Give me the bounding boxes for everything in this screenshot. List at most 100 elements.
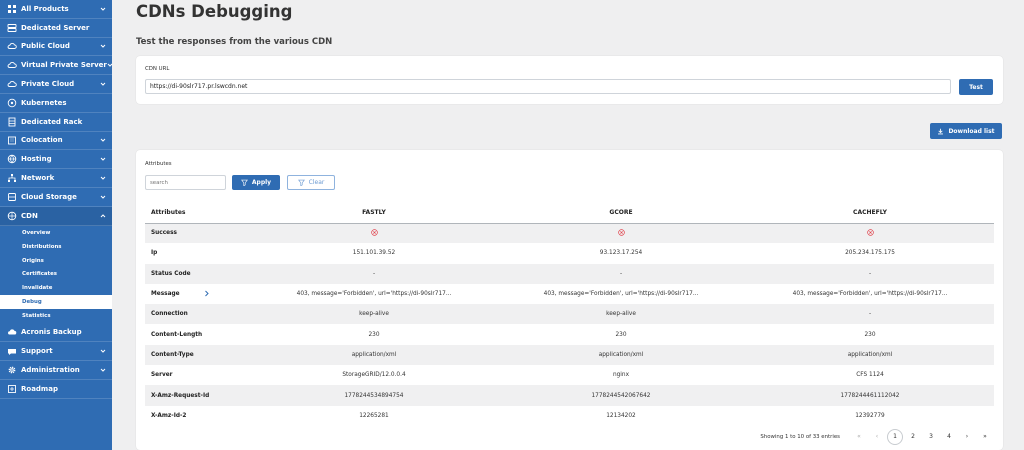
chevron-down-icon bbox=[100, 81, 106, 87]
attribute-cell: Connection bbox=[145, 304, 252, 325]
value-cell: 151.101.39.52 bbox=[252, 243, 496, 263]
sidebar-item-label: CDN bbox=[21, 211, 38, 220]
sidebar-item-hosting[interactable]: Hosting bbox=[0, 150, 112, 170]
clear-button[interactable]: Clear bbox=[287, 175, 335, 190]
chevron-right-icon[interactable] bbox=[203, 290, 210, 297]
sidebar-sub-origins[interactable]: Origins bbox=[0, 254, 112, 268]
kubernetes-icon bbox=[7, 98, 17, 108]
search-input[interactable] bbox=[145, 175, 226, 190]
clear-label: Clear bbox=[308, 179, 325, 186]
value-text: 230 bbox=[864, 331, 876, 338]
sidebar-item-cloud-storage[interactable]: Cloud Storage bbox=[0, 188, 112, 207]
value-text: CFS 1124 bbox=[856, 372, 884, 379]
next-page-button[interactable]: › bbox=[958, 428, 976, 445]
sidebar: All Products Dedicated Server Public Cloud… bbox=[0, 0, 113, 450]
support-icon bbox=[7, 346, 17, 356]
chevron-down-icon bbox=[100, 43, 106, 49]
download-list-button[interactable]: Download list bbox=[930, 123, 1002, 139]
chevron-down-icon bbox=[100, 194, 106, 200]
value-text: 12134202 bbox=[606, 412, 636, 419]
sidebar-sub-statistics[interactable]: Statistics bbox=[0, 309, 112, 323]
attribute-name: Server bbox=[151, 372, 173, 379]
storage-icon bbox=[7, 192, 17, 202]
value-cell: 1778244542067642 bbox=[496, 385, 746, 406]
sidebar-sub-debug[interactable]: Debug bbox=[0, 295, 112, 309]
cdn-url-input[interactable] bbox=[145, 79, 951, 94]
attribute-cell: Content-Length bbox=[145, 324, 252, 344]
cloud-icon bbox=[7, 60, 17, 70]
sidebar-item-label: Private Cloud bbox=[21, 80, 75, 89]
attribute-name: Connection bbox=[151, 311, 188, 318]
value-text: 1778244461112042 bbox=[840, 392, 900, 399]
column-header-attributes: Attributes bbox=[145, 202, 252, 224]
attribute-name: Message bbox=[151, 291, 180, 298]
sidebar-item-roadmap[interactable]: Roadmap bbox=[0, 380, 112, 399]
sidebar-item-dedicated-rack[interactable]: Dedicated Rack bbox=[0, 113, 112, 132]
value-cell: - bbox=[746, 304, 994, 325]
cloud-icon bbox=[7, 41, 17, 51]
cdn-icon bbox=[7, 211, 17, 221]
sidebar-item-private-cloud[interactable]: Private Cloud bbox=[0, 75, 112, 94]
page-button[interactable]: 2 bbox=[904, 428, 922, 445]
sidebar-item-colocation[interactable]: Colocation bbox=[0, 132, 112, 151]
sidebar-item-acronis-backup[interactable]: Acronis Backup bbox=[0, 323, 112, 343]
sidebar-item-network[interactable]: Network bbox=[0, 169, 112, 188]
sidebar-item-label: All Products bbox=[21, 4, 69, 13]
roadmap-icon bbox=[7, 384, 17, 394]
attributes-table: Attributes FASTLY GCORE CACHEFLY Success Ip 1… bbox=[145, 202, 994, 426]
value-cell bbox=[252, 223, 496, 244]
sidebar-item-public-cloud[interactable]: Public Cloud bbox=[0, 38, 112, 57]
prev-page-button[interactable]: ‹ bbox=[868, 428, 886, 445]
chevron-up-icon bbox=[100, 213, 106, 219]
sidebar-item-virtual-private-server[interactable]: Virtual Private Server bbox=[0, 56, 113, 76]
page-button[interactable]: 3 bbox=[922, 428, 940, 445]
value-cell: nginx bbox=[496, 365, 746, 385]
sidebar-sub-invalidate[interactable]: Invalidate bbox=[0, 281, 112, 295]
page-button[interactable]: 4 bbox=[940, 428, 958, 445]
value-cell bbox=[746, 223, 994, 244]
last-page-button[interactable]: » bbox=[976, 428, 994, 445]
sidebar-item-dedicated-server[interactable]: Dedicated Server bbox=[0, 19, 112, 38]
download-icon bbox=[938, 128, 944, 134]
sidebar-item-all-products[interactable]: All Products bbox=[0, 0, 112, 19]
value-text: - bbox=[868, 311, 872, 318]
value-cell: application/xml bbox=[252, 344, 496, 366]
value-cell: keep-alive bbox=[496, 304, 746, 325]
sidebar-sub-distributions[interactable]: Distributions bbox=[0, 240, 112, 254]
cdn-url-label: CDN URL bbox=[145, 66, 170, 72]
value-cell: CFS 1124 bbox=[746, 365, 994, 385]
sidebar-item-kubernetes[interactable]: Kubernetes bbox=[0, 94, 112, 113]
value-cell: 12265281 bbox=[252, 406, 496, 426]
value-cell: - bbox=[496, 263, 746, 284]
apply-label: Apply bbox=[251, 179, 272, 186]
value-cell: 12392779 bbox=[746, 406, 994, 426]
cdn-url-card: CDN URL Test bbox=[136, 56, 1003, 104]
table-row: Connection keep-alive keep-alive - bbox=[145, 304, 994, 325]
filter-clear-icon bbox=[297, 179, 305, 186]
error-circle-icon bbox=[866, 229, 874, 236]
sidebar-item-administration[interactable]: Administration bbox=[0, 361, 112, 380]
filter-icon bbox=[240, 179, 248, 186]
sidebar-item-cdn[interactable]: CDN bbox=[0, 206, 112, 226]
sidebar-item-label: Virtual Private Server bbox=[21, 61, 107, 70]
sidebar-item-support[interactable]: Support bbox=[0, 342, 112, 361]
page-button[interactable]: 1 bbox=[887, 428, 903, 445]
value-cell: StorageGRID/12.0.0.4 bbox=[252, 365, 496, 385]
value-text: - bbox=[372, 270, 376, 277]
sidebar-sub-overview[interactable]: Overview bbox=[0, 227, 112, 241]
value-text: 151.101.39.52 bbox=[352, 250, 396, 257]
table-row: Success bbox=[145, 223, 994, 244]
value-cell bbox=[496, 223, 746, 244]
test-button[interactable]: Test bbox=[959, 79, 993, 95]
apply-button[interactable]: Apply bbox=[232, 175, 280, 190]
page-subtitle: Test the responses from the various CDN bbox=[136, 37, 333, 47]
value-cell: 230 bbox=[496, 324, 746, 344]
value-text: application/xml bbox=[847, 351, 893, 358]
sidebar-item-label: Support bbox=[21, 347, 53, 356]
attributes-label: Attributes bbox=[145, 161, 172, 167]
sidebar-item-label: Colocation bbox=[21, 136, 63, 145]
attribute-cell: Success bbox=[145, 223, 252, 244]
first-page-button[interactable]: « bbox=[850, 428, 868, 445]
sidebar-sub-certificates[interactable]: Certificates bbox=[0, 268, 112, 282]
table-row: X-Amz-Request-Id 1778244534894754 17782445… bbox=[145, 385, 994, 406]
